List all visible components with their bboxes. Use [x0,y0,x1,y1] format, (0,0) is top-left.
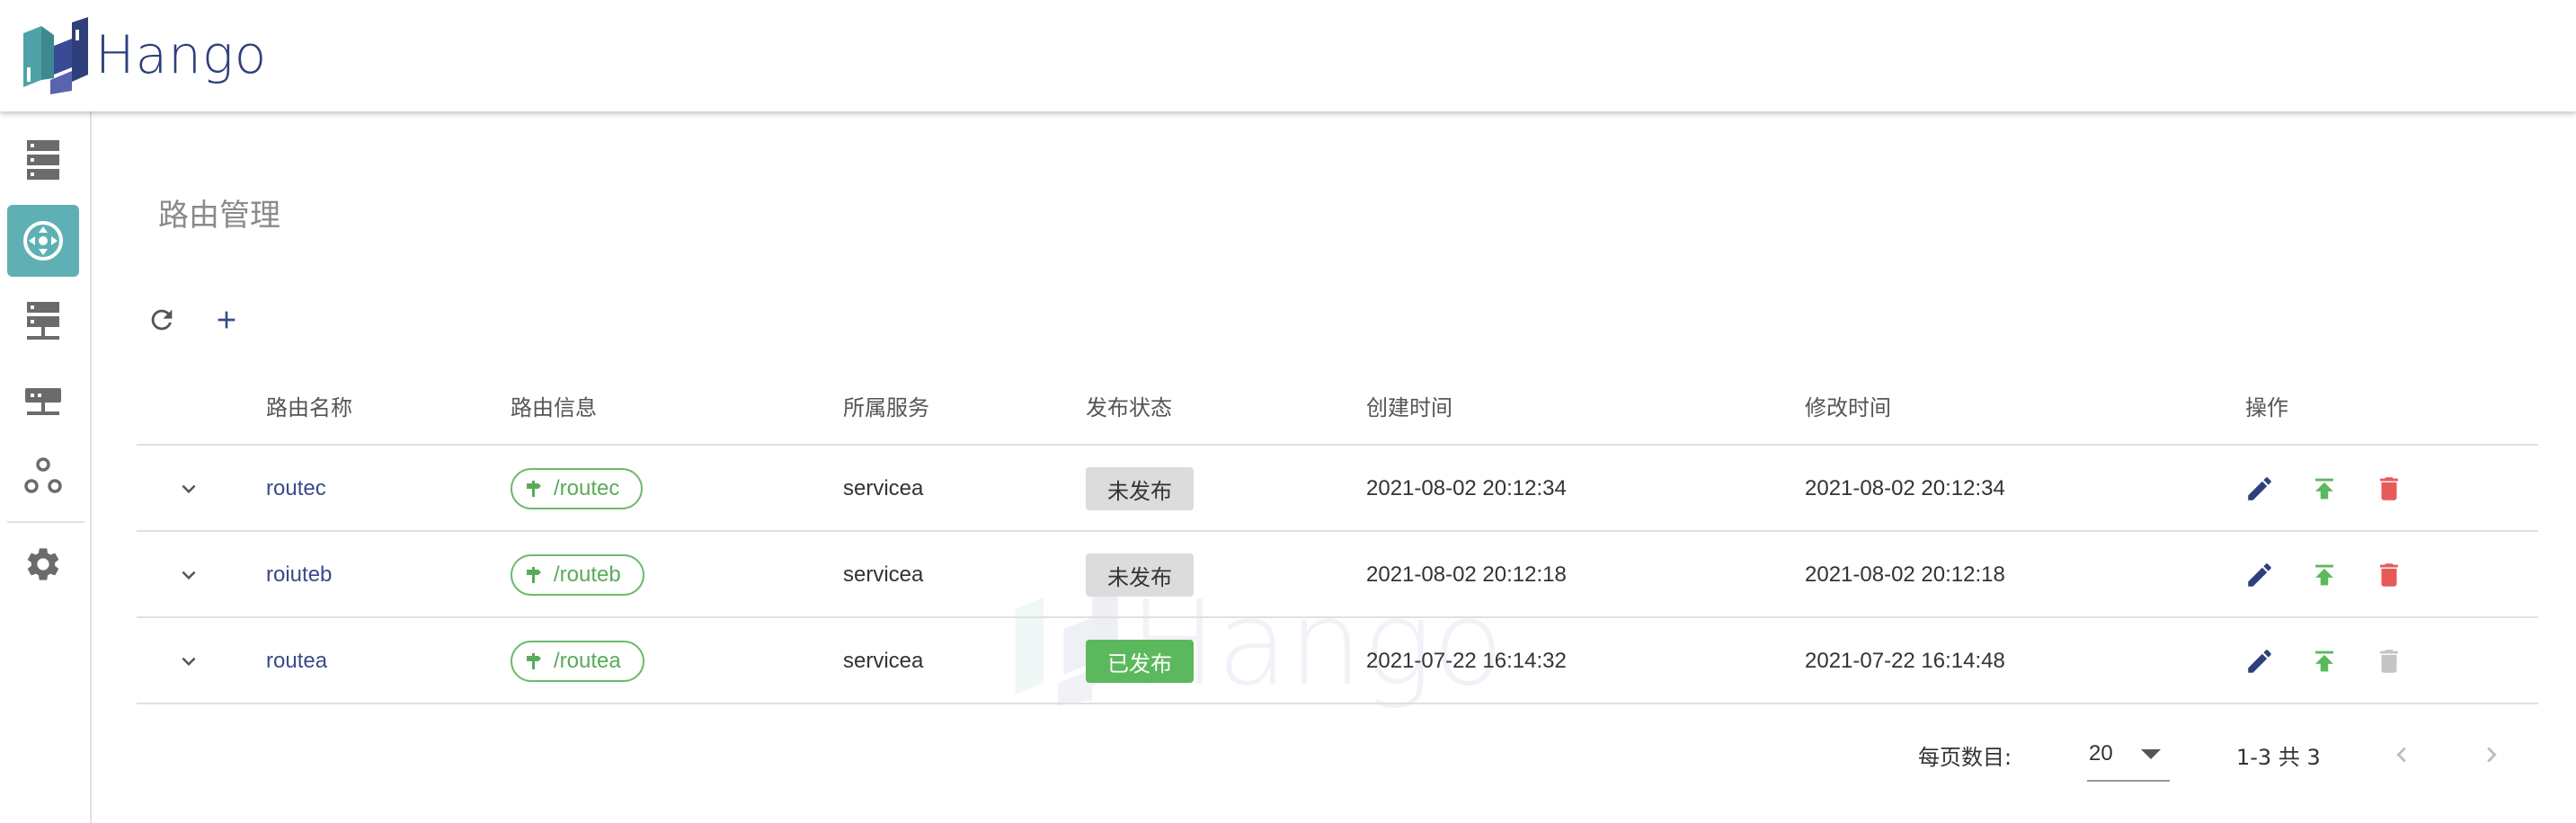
refresh-icon [151,309,173,331]
page-title: 路由管理 [158,198,280,234]
server-list-icon [27,140,59,180]
created-time: 2021-07-22 16:14:32 [1366,649,1567,673]
refresh-button[interactable] [142,300,182,340]
sidebar-item-topology[interactable] [7,440,79,512]
table-row: roiuteb /routeb servicea 未发布 2021-08-02 … [137,532,2538,618]
route-path-text: /routea [554,649,621,673]
add-route-button[interactable] [207,300,246,340]
network-node-icon [25,388,61,415]
publish-button[interactable] [2305,469,2344,509]
route-sign-icon [525,479,543,499]
sidebar-item-gateway[interactable] [7,124,79,196]
publish-button[interactable] [2305,555,2344,595]
row-actions [2240,446,2434,532]
delete-button[interactable] [2369,469,2409,509]
sidebar-item-routes[interactable] [7,205,79,277]
hango-logo[interactable]: Hango [18,14,267,95]
trash-icon [2380,477,2398,500]
hango-logo-mark-icon [23,17,88,94]
publish-upload-icon [2315,564,2333,586]
sidebar-item-network[interactable] [7,367,79,438]
sidebar-divider [7,521,84,523]
app-name: Hango [95,24,268,85]
route-hub-icon [23,221,63,261]
publish-upload-icon [2315,650,2333,672]
modified-time: 2021-08-02 20:12:34 [1805,476,2005,500]
header-modified-time[interactable]: 修改时间 [1805,390,1891,421]
route-path-tag[interactable]: /routec [511,468,644,509]
status-badge: 未发布 [1086,553,1194,597]
header-operations: 操作 [2245,395,2288,420]
trash-icon [2380,650,2398,673]
header-status[interactable]: 发布状态 [1086,390,1172,421]
status-badge: 未发布 [1086,467,1194,510]
header-created-time[interactable]: 创建时间 [1366,390,1452,421]
service-stack-icon [27,302,59,340]
pencil-icon [2248,477,2271,500]
route-path-text: /routec [554,476,620,500]
route-name-link[interactable]: routec [266,446,326,532]
created-time: 2021-08-02 20:12:34 [1366,476,1567,500]
service-name: servicea [843,562,924,587]
per-page-value: 20 [2089,741,2113,765]
dropdown-arrow-icon [2141,749,2161,759]
delete-button-disabled [2369,642,2409,681]
sidebar-nav [0,111,92,823]
trash-icon [2380,563,2398,587]
chevron-left-icon [2396,747,2406,763]
chevron-down-icon [182,571,196,580]
table-header: 路由名称 路由信息 所属服务 发布状态 创建时间 修改时间 操作 [137,367,2538,446]
chevron-down-icon [182,657,196,666]
chevron-down-icon [182,484,196,493]
route-name-link[interactable]: roiuteb [266,532,332,618]
created-time: 2021-08-02 20:12:18 [1366,562,1567,587]
table-row: routec /routec servicea 未发布 2021-08-02 2… [137,446,2538,532]
route-path-tag[interactable]: /routeb [511,554,644,596]
service-name: servicea [843,476,924,500]
topology-icon [24,457,62,493]
sidebar-item-services[interactable] [7,286,79,358]
modified-time: 2021-08-02 20:12:18 [1805,562,2005,587]
top-header: Hango [0,0,2576,111]
routes-table: 路由名称 路由信息 所属服务 发布状态 创建时间 修改时间 操作 routec … [137,367,2538,704]
pencil-icon [2248,563,2271,587]
edit-button[interactable] [2240,469,2279,509]
next-page-button[interactable] [2472,728,2511,782]
per-page-select[interactable]: 20 [2087,728,2170,782]
delete-button[interactable] [2369,555,2409,595]
header-service[interactable]: 所属服务 [843,390,929,421]
expand-row-button[interactable] [164,618,214,704]
service-name: servicea [843,649,924,673]
route-name-link[interactable]: routea [266,618,327,704]
header-route-info[interactable]: 路由信息 [511,390,597,421]
per-page-label: 每页数目: [1918,744,2012,770]
table-row: routea /routea servicea 已发布 2021-07-22 1… [137,618,2538,704]
row-actions [2240,618,2434,704]
status-badge: 已发布 [1086,640,1194,683]
modified-time: 2021-07-22 16:14:48 [1805,649,2005,673]
pencil-icon [2248,650,2271,673]
row-actions [2240,532,2434,618]
gear-icon [27,548,59,580]
expand-row-button[interactable] [164,446,214,532]
plus-icon [218,311,235,329]
page-range-text: 1-3 共 3 [2236,744,2321,770]
route-path-text: /routeb [554,562,621,587]
edit-button[interactable] [2240,555,2279,595]
prev-page-button[interactable] [2382,728,2421,782]
expand-row-button[interactable] [164,532,214,618]
chevron-right-icon [2487,747,2497,763]
route-sign-icon [525,565,543,585]
publish-button[interactable] [2305,642,2344,681]
sidebar-item-settings[interactable] [7,528,79,600]
edit-button[interactable] [2240,642,2279,681]
route-path-tag[interactable]: /routea [511,641,644,682]
publish-upload-icon [2315,478,2333,500]
header-route-name[interactable]: 路由名称 [266,390,352,421]
route-sign-icon [525,651,543,671]
